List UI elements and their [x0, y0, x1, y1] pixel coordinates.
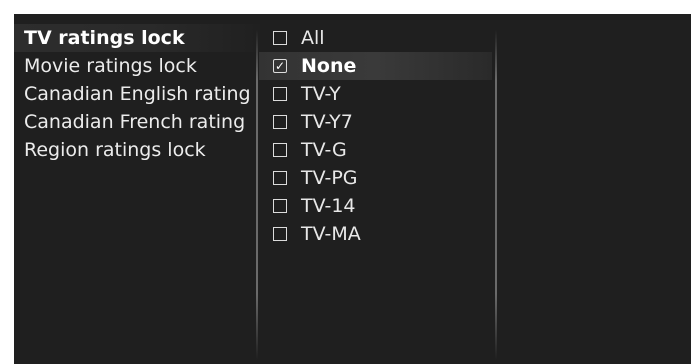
- menu-item-label: Canadian French rating: [24, 111, 246, 133]
- menu-item-region-ratings-lock[interactable]: Region ratings lock: [14, 136, 260, 164]
- menu-item-label: TV ratings lock: [24, 27, 185, 49]
- rating-option-tv-y[interactable]: TV-Y: [259, 80, 492, 108]
- menu-item-movie-ratings-lock[interactable]: Movie ratings lock: [14, 52, 260, 80]
- menu-item-tv-ratings-lock[interactable]: TV ratings lock: [14, 24, 260, 52]
- checkbox-icon[interactable]: [273, 31, 287, 45]
- checkbox-checked-icon[interactable]: ✓: [273, 59, 287, 73]
- checkbox-icon[interactable]: [273, 143, 287, 157]
- rating-option-label: TV-MA: [301, 223, 361, 245]
- rating-option-label: TV-Y7: [301, 111, 353, 133]
- rating-option-tv-pg[interactable]: TV-PG: [259, 164, 492, 192]
- menu-item-label: Canadian English rating: [24, 83, 251, 105]
- rating-option-tv-ma[interactable]: TV-MA: [259, 220, 492, 248]
- menu-item-label: Movie ratings lock: [24, 55, 197, 77]
- checkbox-icon[interactable]: [273, 87, 287, 101]
- checkbox-icon[interactable]: [273, 227, 287, 241]
- menu-item-canadian-french-rating[interactable]: Canadian French rating: [14, 108, 260, 136]
- rating-option-tv-g[interactable]: TV-G: [259, 136, 492, 164]
- checkbox-icon[interactable]: [273, 115, 287, 129]
- rating-option-label: TV-14: [301, 195, 356, 217]
- rating-option-none[interactable]: ✓ None: [259, 52, 492, 80]
- rating-option-label: None: [301, 55, 357, 77]
- tv-menu-screen: TV ratings lock Movie ratings lock Canad…: [14, 14, 691, 364]
- rating-option-label: TV-Y: [301, 83, 341, 105]
- ratings-checkbox-list: All ✓ None TV-Y TV-Y7 TV-G TV-PG TV-14 T: [259, 24, 492, 248]
- rating-option-tv-14[interactable]: TV-14: [259, 192, 492, 220]
- menu-item-label: Region ratings lock: [24, 139, 206, 161]
- rating-option-label: All: [301, 27, 325, 49]
- settings-menu-list: TV ratings lock Movie ratings lock Canad…: [14, 24, 260, 164]
- checkbox-icon[interactable]: [273, 199, 287, 213]
- rating-option-all[interactable]: All: [259, 24, 492, 52]
- checkbox-icon[interactable]: [273, 171, 287, 185]
- rating-option-label: TV-G: [301, 139, 347, 161]
- menu-item-canadian-english-rating[interactable]: Canadian English rating: [14, 80, 260, 108]
- rating-option-tv-y7[interactable]: TV-Y7: [259, 108, 492, 136]
- column-divider: [495, 30, 497, 360]
- rating-option-label: TV-PG: [301, 167, 358, 189]
- column-divider: [256, 30, 258, 360]
